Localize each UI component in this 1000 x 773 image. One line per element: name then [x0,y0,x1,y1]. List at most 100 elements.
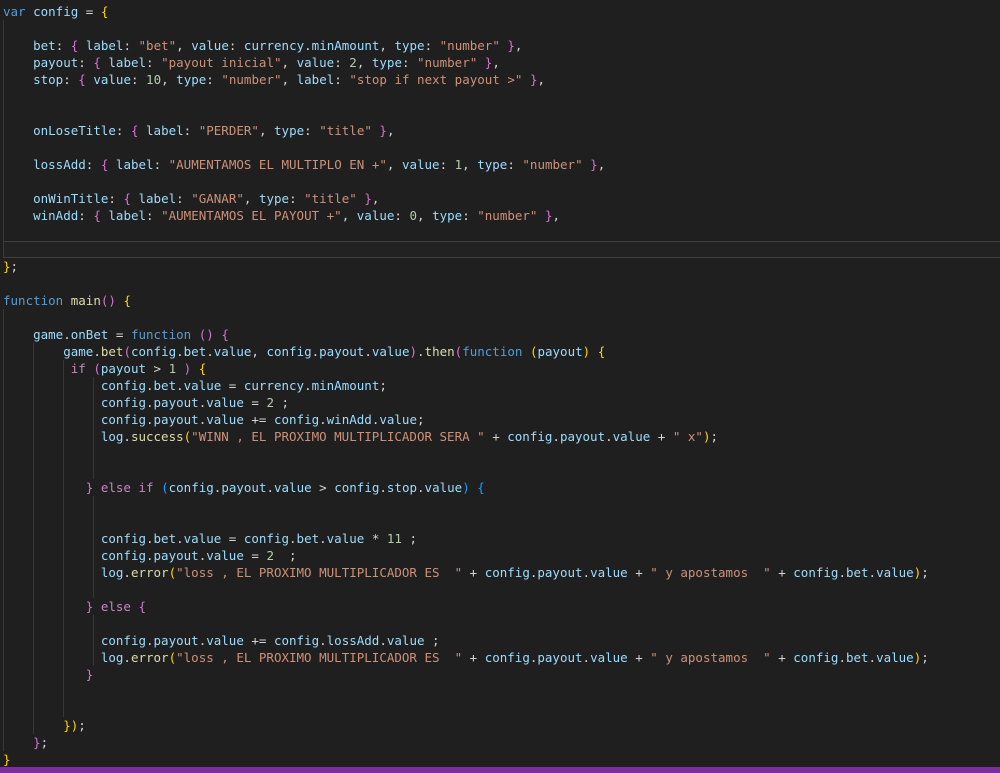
code-token: value [214,344,252,359]
code-line[interactable] [3,513,1000,530]
code-line[interactable] [3,683,1000,700]
code-line[interactable]: lossAdd: { label: "AUMENTAMOS EL MULTIPL… [3,156,1000,173]
code-line[interactable] [3,309,1000,326]
code-token: payout [154,412,199,427]
code-token: , [417,208,432,223]
code-token: = [221,378,244,393]
code-token [537,208,545,223]
code-line[interactable]: onWinTitle: { label: "GANAR", type: "tit… [3,190,1000,207]
code-line[interactable] [3,20,1000,37]
code-line[interactable]: stop: { value: 10, type: "number", label… [3,71,1000,88]
code-token: : [289,191,304,206]
code-token: function [462,344,522,359]
code-line[interactable]: config.bet.value = currency.minAmount; [3,377,1000,394]
code-token: . [176,531,184,546]
code-token: config [169,480,214,495]
code-line[interactable]: if (payout > 1 ) { [3,360,1000,377]
code-token: config [266,344,311,359]
code-line[interactable]: config.payout.value = 2 ; [3,547,1000,564]
code-token: lossAdd [327,633,380,648]
code-line[interactable]: payout: { label: "payout inicial", value… [3,54,1000,71]
code-line[interactable]: log.error("loss , EL PROXIMO MULTIPLICAD… [3,564,1000,581]
code-line[interactable]: var config = { [3,3,1000,20]
code-token: : [86,157,101,172]
code-line[interactable]: config.payout.value += config.winAdd.val… [3,411,1000,428]
code-token [3,327,33,342]
code-line[interactable] [3,88,1000,105]
code-token: . [869,650,877,665]
code-line[interactable]: } [3,666,1000,683]
code-token: 2 [349,55,357,70]
code-token: main [71,293,101,308]
code-token: ( [93,361,101,376]
code-line[interactable]: }); [3,717,1000,734]
code-token: bet [154,531,177,546]
code-token: + [771,650,794,665]
code-token [3,480,86,495]
code-token: . [583,650,591,665]
code-line[interactable] [3,445,1000,462]
code-token: } [507,38,515,53]
code-token: { [598,344,606,359]
code-token: ) [409,344,417,359]
code-token: value [590,565,628,580]
code-token [3,38,33,53]
code-line[interactable] [3,173,1000,190]
code-line[interactable]: } else if (config.payout.value > config.… [3,479,1000,496]
code-line[interactable] [3,275,1000,292]
code-line[interactable] [3,139,1000,156]
code-line[interactable]: } else { [3,598,1000,615]
code-line[interactable]: bet: { label: "bet", value: currency.min… [3,37,1000,54]
code-line[interactable]: }; [3,734,1000,751]
code-token: : [206,72,221,87]
code-token: if [139,480,154,495]
code-token: , [282,72,297,87]
code-token: config [33,4,78,19]
code-line[interactable] [3,224,1000,241]
current-line-highlight[interactable] [3,241,1000,258]
code-line[interactable]: game.onBet = function () { [3,326,1000,343]
code-token: , [553,208,561,223]
code-line[interactable]: game.bet(config.bet.value, config.payout… [3,343,1000,360]
code-token: . [364,344,372,359]
code-line[interactable]: onLoseTitle: { label: "PERDER", type: "t… [3,122,1000,139]
code-line[interactable]: function main() { [3,292,1000,309]
code-line[interactable]: }; [3,258,1000,275]
code-line[interactable] [3,700,1000,717]
code-token: value [184,378,222,393]
code-line[interactable]: log.success("WINN , EL PROXIMO MULTIPLIC… [3,428,1000,445]
code-line[interactable]: } [3,751,1000,768]
code-line[interactable]: config.bet.value = config.bet.value * 11… [3,530,1000,547]
code-line[interactable]: log.error("loss , EL PROXIMO MULTIPLICAD… [3,649,1000,666]
code-token: , [387,157,402,172]
code-token: winAdd [33,208,78,223]
code-token [131,191,139,206]
code-token: . [838,565,846,580]
code-line[interactable]: winAdd: { label: "AUMENTAMOS EL PAYOUT +… [3,207,1000,224]
code-token: = [108,327,131,342]
code-line[interactable] [3,615,1000,632]
code-line[interactable] [3,496,1000,513]
code-token [154,480,162,495]
code-token: : [462,208,477,223]
code-token: onBet [71,327,109,342]
code-token: + [462,565,485,580]
code-token: lossAdd [33,157,86,172]
code-line[interactable] [3,462,1000,479]
code-token: config [485,565,530,580]
code-line[interactable]: config.payout.value += config.lossAdd.va… [3,632,1000,649]
code-token: , [492,55,500,70]
code-line[interactable] [3,581,1000,598]
code-line[interactable]: config.payout.value = 2 ; [3,394,1000,411]
code-token: "loss , EL PROXIMO MULTIPLICADOR ES " [176,565,462,580]
code-token: . [319,412,327,427]
code-editor[interactable]: var config = { bet: { label: "bet", valu… [0,0,1000,773]
code-content[interactable]: var config = { bet: { label: "bet", valu… [3,0,1000,768]
code-token: 0 [409,208,417,223]
code-token [3,735,33,750]
code-token: } [86,667,94,682]
code-line[interactable] [3,105,1000,122]
code-token: config [101,378,146,393]
status-bar[interactable] [0,767,1000,773]
code-token: : [63,72,78,87]
